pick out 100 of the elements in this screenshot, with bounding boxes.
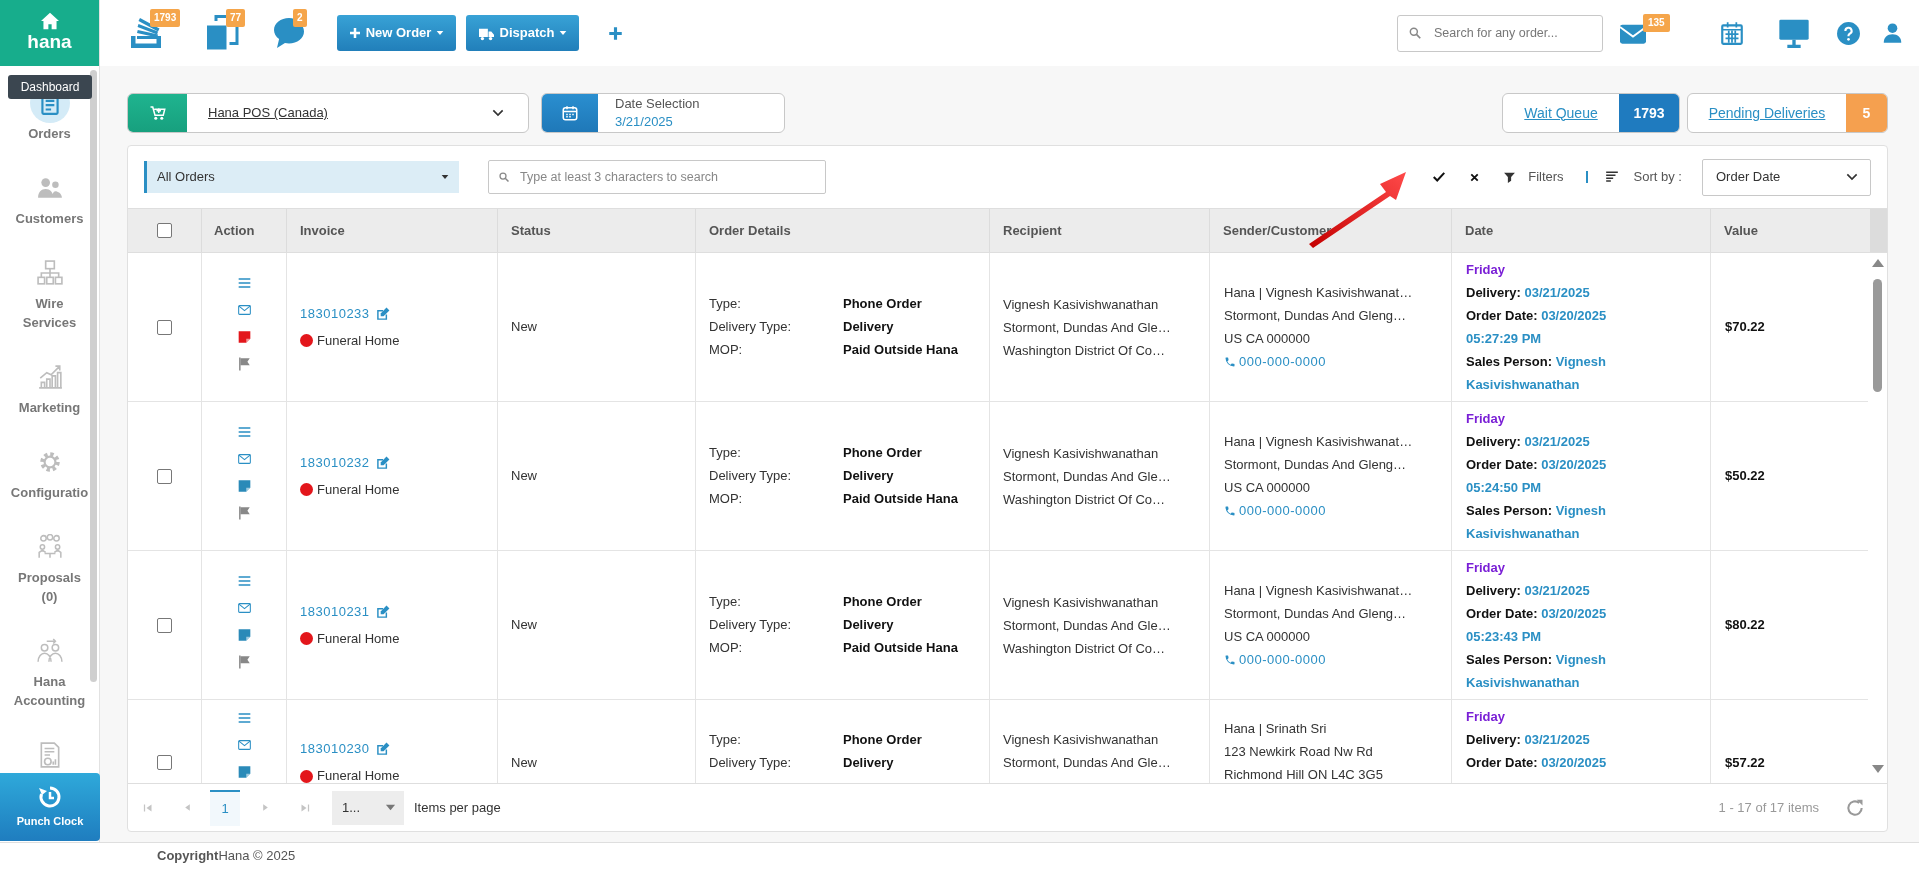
column-header[interactable]: Sender/Customer: [1223, 220, 1332, 241]
date-value: 03/20/2025: [1541, 308, 1607, 323]
hierarchy-icon: [36, 260, 63, 286]
detail-value: Delivery: [843, 467, 894, 486]
mail-icon[interactable]: [236, 600, 252, 615]
edit-icon[interactable]: [375, 455, 390, 470]
menu-icon[interactable]: [236, 424, 252, 439]
sender-text: Hana | Vignesh Kasivishwanat…: [1224, 433, 1414, 451]
close-icon[interactable]: [1469, 171, 1481, 183]
phone-icon: [1224, 504, 1236, 517]
sidebar-item[interactable]: Proposals (0): [7, 532, 92, 606]
menu-icon[interactable]: [236, 275, 252, 290]
recipient-text: Stormont, Dundas And Gle…: [1003, 754, 1172, 772]
checkbox[interactable]: [157, 755, 172, 770]
flag-icon[interactable]: [236, 654, 252, 669]
mail-icon[interactable]: [236, 302, 252, 317]
calendar-icon[interactable]: [1719, 19, 1745, 47]
toolbar-button[interactable]: Dispatch: [466, 15, 579, 51]
invoice-link[interactable]: 183010230: [300, 739, 370, 759]
sender-text: Hana | Vignesh Kasivishwanat…: [1224, 582, 1414, 600]
table-row[interactable]: [128, 551, 1868, 700]
phone-link[interactable]: 000-000-0000: [1239, 500, 1326, 521]
column-header[interactable]: Action: [214, 220, 255, 241]
date-picker[interactable]: Date Selection 3/21/2025: [541, 93, 785, 133]
column-header[interactable]: Date: [1465, 220, 1494, 241]
queue-button[interactable]: Pending Deliveries 5: [1687, 93, 1888, 133]
detail-label: MOP:: [709, 490, 744, 509]
view-dropdown[interactable]: All Orders: [144, 161, 459, 193]
edit-icon[interactable]: [375, 742, 390, 756]
search-field[interactable]: Search for any order...: [1397, 14, 1603, 52]
chat-icon[interactable]: [271, 15, 307, 51]
note-icon[interactable]: [236, 478, 252, 493]
table-row[interactable]: [128, 253, 1868, 402]
note-icon[interactable]: [236, 765, 252, 779]
growth-chart-icon: [36, 364, 63, 390]
recipient-text: Vignesh Kasivishwanathan: [1003, 731, 1160, 749]
pagination-summary: 1 - 17 of 17 items: [1718, 798, 1819, 817]
edit-icon[interactable]: [375, 306, 390, 321]
help-icon[interactable]: [1836, 20, 1861, 46]
column-header[interactable]: Value: [1724, 220, 1758, 241]
sales-person-text: Sales Person: Vignesh Kasivishwanathan: [1466, 651, 1607, 692]
sidebar-item[interactable]: Hana Accounting: [7, 636, 92, 710]
note-icon[interactable]: [236, 627, 252, 642]
sort-icon: [1604, 170, 1619, 184]
date-label: Order Date:: [1466, 457, 1538, 472]
menu-icon[interactable]: [236, 573, 252, 588]
sidebar-item[interactable]: Marketing: [7, 362, 92, 417]
weekday-label: Friday: [1466, 708, 1506, 726]
sort-dropdown[interactable]: Order Date: [1702, 158, 1871, 196]
sender-text: Stormont, Dundas And Gleng…: [1224, 307, 1408, 325]
page-size-label: Items per page: [414, 798, 501, 817]
mail-icon[interactable]: [236, 738, 252, 752]
store-select[interactable]: Hana POS (Canada): [127, 93, 529, 133]
filters-button[interactable]: Filters: [1503, 167, 1564, 187]
sales-person-text: Sales Person: Vignesh Kasivishwanathan: [1466, 502, 1607, 543]
date-value: 03/21/2025: [1524, 732, 1590, 747]
edit-icon[interactable]: [375, 604, 390, 619]
copy-icon[interactable]: [204, 15, 240, 51]
invoice-link[interactable]: 183010231: [300, 601, 370, 622]
category-label: Funeral Home: [317, 629, 400, 648]
user-icon[interactable]: [1882, 21, 1903, 45]
column-header[interactable]: Recipient: [1003, 220, 1062, 241]
refresh-icon[interactable]: [1845, 797, 1865, 818]
weekday-label: Friday: [1466, 410, 1506, 428]
column-header[interactable]: Order Details: [709, 220, 791, 241]
sidebar-item[interactable]: Wire Services: [7, 258, 92, 332]
queue-button[interactable]: Wait Queue 1793: [1502, 93, 1680, 133]
checkbox[interactable]: [157, 468, 172, 484]
checkbox[interactable]: [157, 223, 172, 238]
mail-icon[interactable]: [236, 451, 252, 466]
punch-clock-button[interactable]: Punch Clock: [0, 773, 100, 841]
scrollbar[interactable]: [90, 70, 97, 682]
checkbox[interactable]: [157, 617, 172, 633]
date-label: Delivery:: [1466, 583, 1521, 598]
phone-link[interactable]: 000-000-0000: [1239, 351, 1326, 372]
page-size-dropdown[interactable]: 1...: [332, 790, 404, 825]
invoice-link[interactable]: 183010232: [300, 452, 370, 473]
column-header[interactable]: Status: [511, 220, 551, 241]
home-button[interactable]: hana: [0, 0, 99, 66]
check-icon[interactable]: [1432, 170, 1447, 184]
sender-text: Stormont, Dundas And Gleng…: [1224, 456, 1408, 474]
date-value: 03/21/2025: [1524, 583, 1590, 598]
recipient-text: Stormont, Dundas And Gle…: [1003, 467, 1172, 486]
monitor-icon[interactable]: [1777, 17, 1811, 49]
table-row[interactable]: [128, 402, 1868, 551]
toolbar-button[interactable]: New Order: [337, 15, 456, 51]
checkbox[interactable]: [157, 319, 172, 335]
note-icon[interactable]: [236, 329, 252, 344]
invoice-link[interactable]: 183010233: [300, 303, 370, 324]
plus-icon[interactable]: [608, 25, 623, 41]
page-button[interactable]: 1: [210, 789, 240, 826]
phone-link[interactable]: 000-000-0000: [1239, 649, 1326, 670]
flag-icon[interactable]: [236, 505, 252, 520]
sidebar-item[interactable]: Customers: [7, 173, 92, 228]
flag-icon[interactable]: [236, 356, 252, 371]
category-label: Funeral Home: [317, 767, 400, 783]
search-field[interactable]: Type at least 3 characters to search: [488, 160, 826, 194]
menu-icon[interactable]: [236, 711, 252, 725]
sidebar-item[interactable]: Configuratio: [7, 447, 92, 502]
column-header[interactable]: Invoice: [300, 220, 345, 241]
